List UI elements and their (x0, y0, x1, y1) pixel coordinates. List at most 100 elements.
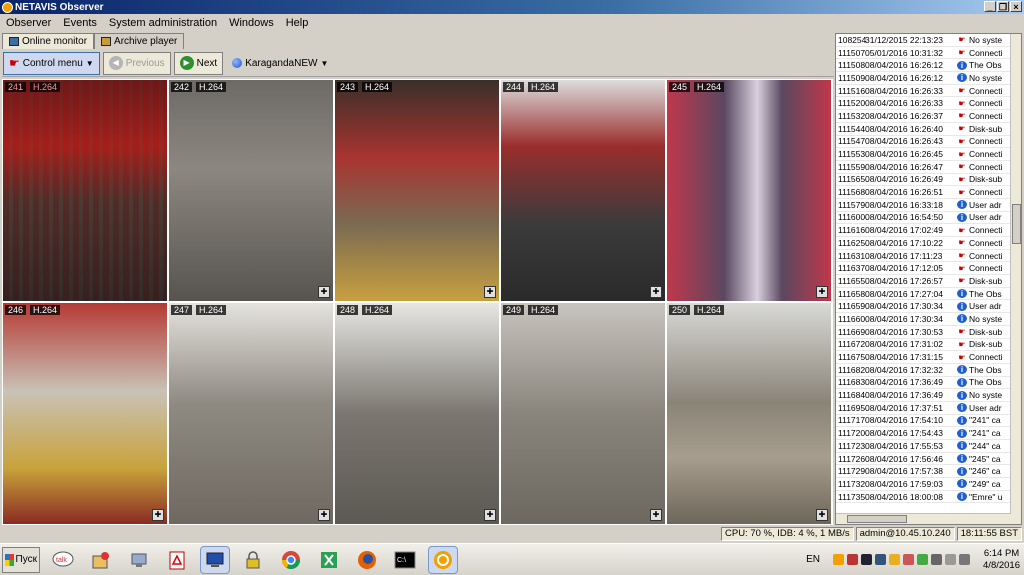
minimize-button[interactable]: _ (984, 1, 996, 12)
tab-online-monitor[interactable]: Online monitor (2, 33, 95, 49)
tray-app-icon[interactable] (833, 554, 845, 565)
camera-number: 244 (503, 82, 525, 92)
firefox-browser-icon[interactable] (352, 546, 382, 574)
camera-view[interactable]: 243 H.264 ✚ (335, 80, 499, 301)
tray-app-icon[interactable] (889, 554, 901, 565)
event-row[interactable]: 111683 08/04/2016 17:36:49 i The Obs (836, 377, 1021, 390)
event-id: 111553 (838, 149, 866, 160)
vertical-scrollbar[interactable] (1010, 34, 1021, 524)
event-row[interactable]: 111659 08/04/2016 17:30:34 i User adr (836, 300, 1021, 314)
event-row[interactable]: 111553 08/04/2016 16:26:45 ☛ Connecti (836, 148, 1021, 161)
event-row[interactable]: 111625 08/04/2016 17:10:22 ☛ Connecti (836, 237, 1021, 250)
network-app-icon[interactable] (124, 546, 154, 574)
event-row[interactable]: 111675 08/04/2016 17:31:15 ☛ Connecti (836, 351, 1021, 364)
event-row[interactable]: 111682 08/04/2016 17:32:32 i The Obs (836, 364, 1021, 377)
menu-observer[interactable]: Observer (0, 17, 57, 29)
horizontal-scrollbar[interactable] (836, 513, 1011, 524)
event-row[interactable]: 111616 08/04/2016 17:02:49 ☛ Connecti (836, 224, 1021, 237)
expand-icon[interactable]: ✚ (650, 286, 662, 298)
event-row[interactable]: 111600 08/04/2016 16:54:50 i User adr (836, 212, 1021, 225)
event-row[interactable]: 111658 08/04/2016 17:27:04 i The Obs (836, 288, 1021, 301)
event-row[interactable]: 111565 08/04/2016 16:26:49 ☛ Disk-sub (836, 174, 1021, 187)
computer-app-icon[interactable] (200, 545, 230, 574)
event-row[interactable]: 111732 08/04/2016 17:59:03 i "249" ca (836, 478, 1021, 491)
paint-app-icon[interactable] (86, 546, 116, 574)
expand-icon[interactable]: ✚ (318, 286, 330, 298)
event-row[interactable]: 111631 08/04/2016 17:11:23 ☛ Connecti (836, 250, 1021, 263)
clock[interactable]: 6:14 PM 4/8/2016 (983, 548, 1020, 572)
site-selector[interactable]: KaragandaNEW ▼ (226, 52, 334, 75)
pdf-app-icon[interactable] (162, 546, 192, 574)
event-row[interactable]: 111684 08/04/2016 17:36:49 i No syste (836, 389, 1021, 402)
event-row[interactable]: 111720 08/04/2016 17:54:43 i "241" ca (836, 427, 1021, 440)
expand-icon[interactable]: ✚ (816, 509, 828, 521)
volume-tray-icon[interactable] (959, 554, 971, 565)
tray-app-icon[interactable] (861, 554, 873, 565)
event-row[interactable]: 111637 08/04/2016 17:12:05 ☛ Connecti (836, 262, 1021, 276)
event-row[interactable]: 111695 08/04/2016 17:37:51 i User adr (836, 402, 1021, 415)
event-row[interactable]: 111516 08/04/2016 16:26:33 ☛ Connecti (836, 85, 1021, 98)
expand-icon[interactable]: ✚ (484, 286, 496, 298)
camera-view[interactable]: 241 H.264 (3, 80, 167, 301)
network-tray-icon[interactable] (945, 554, 957, 565)
event-row[interactable]: 111660 08/04/2016 17:30:34 i No syste (836, 313, 1021, 326)
tray-app-icon[interactable] (875, 554, 887, 565)
excel-app-icon[interactable] (314, 546, 344, 574)
language-indicator[interactable]: EN (806, 554, 820, 565)
camera-view[interactable]: 245 H.264 ✚ (667, 80, 831, 301)
event-row[interactable]: 111507 05/01/2016 10:31:32 ☛ Connecti (836, 47, 1021, 60)
control-menu-button[interactable]: ☛ Control menu ▼ (3, 51, 100, 75)
netavis-app-icon[interactable] (428, 545, 458, 574)
event-row[interactable]: 111547 08/04/2016 16:26:43 ☛ Connecti (836, 136, 1021, 149)
event-row[interactable]: 111568 08/04/2016 16:26:51 ☛ Connecti (836, 186, 1021, 199)
expand-icon[interactable]: ✚ (152, 509, 164, 521)
menu-windows[interactable]: Windows (223, 17, 280, 29)
event-row[interactable]: 111579 08/04/2016 16:33:18 i User adr (836, 199, 1021, 212)
camera-view[interactable]: 250 H.264 ✚ (667, 303, 831, 524)
event-row[interactable]: 111729 08/04/2016 17:57:38 i "246" ca (836, 465, 1021, 479)
event-row[interactable]: 108254 31/12/2015 22:13:23 ☛ No syste (836, 34, 1021, 47)
event-row[interactable]: 111520 08/04/2016 16:26:33 ☛ Connecti (836, 97, 1021, 111)
tray-app-icon[interactable] (931, 554, 943, 565)
previous-button[interactable]: ◀ Previous (102, 51, 171, 75)
expand-icon[interactable]: ✚ (816, 286, 828, 298)
event-row[interactable]: 111672 08/04/2016 17:31:02 ☛ Disk-sub (836, 339, 1021, 352)
tray-app-icon[interactable] (903, 554, 915, 565)
camera-view[interactable]: 244 H.264 ✚ (501, 80, 665, 301)
menu-system-administration[interactable]: System administration (103, 17, 223, 29)
camera-view[interactable]: 249 H.264 ✚ (501, 303, 665, 524)
event-row[interactable]: 111509 08/04/2016 16:26:12 i No syste (836, 72, 1021, 85)
event-row[interactable]: 111669 08/04/2016 17:30:53 ☛ Disk-sub (836, 326, 1021, 339)
tray-app-icon[interactable] (917, 554, 929, 565)
expand-icon[interactable]: ✚ (650, 509, 662, 521)
event-row[interactable]: 111726 08/04/2016 17:56:46 i "245" ca (836, 453, 1021, 466)
tab-archive-player[interactable]: Archive player (94, 33, 185, 49)
event-row[interactable]: 111559 08/04/2016 16:26:47 ☛ Connecti (836, 161, 1021, 174)
terminal-app-icon[interactable]: C:\ (390, 546, 420, 574)
scroll-thumb[interactable] (1012, 204, 1021, 244)
camera-view[interactable]: 246 H.264 ✚ (3, 303, 167, 524)
start-button[interactable]: Пуск (2, 546, 40, 573)
expand-icon[interactable]: ✚ (318, 509, 330, 521)
menu-events[interactable]: Events (57, 17, 103, 29)
event-row[interactable]: 111532 08/04/2016 16:26:37 ☛ Connecti (836, 110, 1021, 123)
expand-icon[interactable]: ✚ (484, 509, 496, 521)
event-row[interactable]: 111735 08/04/2016 18:00:08 i "Emre" u (836, 491, 1021, 504)
event-row[interactable]: 111723 08/04/2016 17:55:53 i "244" ca (836, 440, 1021, 453)
lock-app-icon[interactable] (238, 546, 268, 574)
camera-view[interactable]: 248 H.264 ✚ (335, 303, 499, 524)
next-button[interactable]: ▶ Next (173, 51, 224, 75)
event-row[interactable]: 111655 08/04/2016 17:26:57 ☛ Disk-sub (836, 275, 1021, 288)
camera-view[interactable]: 247 H.264 ✚ (169, 303, 333, 524)
close-button[interactable]: × (1010, 1, 1022, 12)
restore-button[interactable]: ❐ (997, 1, 1009, 12)
chrome-browser-icon[interactable] (276, 546, 306, 574)
talk-app-icon[interactable]: talk (48, 546, 78, 574)
event-row[interactable]: 111717 08/04/2016 17:54:10 i "241" ca (836, 415, 1021, 428)
event-row[interactable]: 111544 08/04/2016 16:26:40 ☛ Disk-sub (836, 123, 1021, 136)
event-row[interactable]: 111508 08/04/2016 16:26:12 i The Obs (836, 59, 1021, 73)
tray-app-icon[interactable] (847, 554, 859, 565)
scroll-thumb[interactable] (847, 515, 907, 523)
menu-help[interactable]: Help (280, 17, 315, 29)
camera-view[interactable]: 242 H.264 ✚ (169, 80, 333, 301)
